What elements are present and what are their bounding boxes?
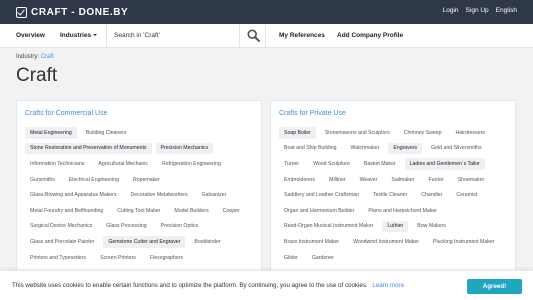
craft-tag[interactable]: Galvanizer — [196, 189, 232, 201]
craft-tag[interactable]: Printers and Typesetters — [25, 251, 92, 264]
craft-tag[interactable]: Cutting Tool Maker — [112, 204, 166, 217]
craft-tag[interactable]: Piano and Harpsichord Maker — [363, 204, 442, 217]
craft-tag[interactable]: Precision Optics — [155, 220, 204, 233]
craft-tag[interactable]: Textile Cleaner — [367, 189, 413, 201]
craft-tag[interactable]: Sailmaker — [386, 173, 420, 186]
craft-tag[interactable]: Saddlery and Leather Craftsman — [279, 189, 364, 201]
signup-link[interactable]: Sign Up — [466, 7, 489, 14]
site-logo[interactable]: CRAFT - DONE.BY — [16, 5, 128, 19]
cookie-banner: This website uses cookies to enable cert… — [0, 270, 533, 300]
craft-tag[interactable]: Gunsmiths — [25, 173, 60, 186]
main-nav: Overview Industries My References Add Co… — [0, 24, 533, 48]
accept-cookies-button[interactable]: Agreed! — [467, 279, 522, 294]
craft-tag[interactable]: Furrier — [423, 173, 449, 186]
craft-tag[interactable]: Glass-Blowing and Apparatus Makers — [25, 189, 122, 201]
craft-tag[interactable]: Engravers — [388, 142, 423, 155]
commercial-crafts-title[interactable]: Crafts for Commercial Use — [25, 110, 107, 117]
craft-tag[interactable]: Ladies and Gentlemen´s Tailor — [404, 158, 485, 170]
nav-industries[interactable]: Industries — [60, 32, 98, 39]
craft-tag[interactable]: Metal Engineering — [25, 127, 77, 139]
craft-tag[interactable]: Gemstone Cutter and Engraver — [103, 236, 186, 248]
craft-tag[interactable]: Brass Instrument Maker — [279, 236, 345, 248]
search-icon — [246, 29, 260, 42]
craft-tag[interactable]: Stone Restoration and Preservation of Mo… — [25, 142, 152, 155]
breadcrumb-label: Industry: — [16, 54, 40, 60]
craft-tag[interactable]: Building Cleaners — [80, 127, 132, 139]
nav-overview[interactable]: Overview — [16, 32, 45, 39]
craft-tag[interactable]: Screen Printers — [95, 251, 141, 264]
craft-tag[interactable]: Gilder — [279, 251, 303, 264]
craft-tag[interactable]: Precision Mechanics — [155, 142, 214, 155]
craft-tag[interactable]: Turner — [279, 158, 305, 170]
craft-tag[interactable]: Woodwind Instrument Maker — [348, 236, 424, 248]
craft-tag[interactable]: Flexographers — [144, 251, 189, 264]
craft-tag[interactable]: Gardener — [306, 251, 339, 264]
logo-text: CRAFT - DONE.BY — [31, 6, 129, 18]
craft-tag[interactable]: Weaver — [354, 173, 383, 186]
check-box-logo-icon — [16, 6, 27, 18]
craft-tag[interactable]: Ropemaker — [127, 173, 165, 186]
craft-tag[interactable]: Glass Processing — [101, 220, 152, 233]
craft-tag[interactable]: Luthier — [382, 220, 409, 233]
craft-tag[interactable]: Reed-Organ Musical Instrument Maker — [279, 220, 379, 233]
caret-down-icon — [93, 34, 98, 37]
craft-tag[interactable]: Hairdressers — [450, 127, 490, 139]
breadcrumb-link[interactable]: Craft — [41, 54, 54, 60]
craft-tag[interactable]: Model Builders — [169, 204, 214, 217]
cookie-text: This website uses cookies to enable cert… — [12, 282, 368, 289]
craft-tag[interactable]: Bow Makers — [412, 220, 451, 233]
craft-tag[interactable]: Gold and Silversmiths — [426, 142, 487, 155]
search-button[interactable] — [239, 24, 266, 47]
craft-tag[interactable]: Ceramist — [451, 189, 483, 201]
private-crafts-title[interactable]: Crafts for Private Use — [279, 110, 346, 117]
craft-tag[interactable]: Wood Sculpture — [308, 158, 355, 170]
learn-more-link[interactable]: Learn more — [372, 282, 404, 289]
craft-tag[interactable]: Basket Maker — [358, 158, 401, 170]
nav-industries-label: Industries — [60, 32, 92, 39]
craft-tag[interactable]: Milliner — [324, 173, 351, 186]
commercial-tag-list: Metal Engineering Building Cleaners Stone … — [25, 127, 255, 264]
craft-tag[interactable]: Cooper — [217, 204, 245, 217]
search-input[interactable] — [108, 24, 238, 47]
craft-tag[interactable]: Refrigeration Engineering — [157, 158, 226, 170]
craft-tag[interactable]: Chandler — [416, 189, 448, 201]
craft-tag[interactable]: Electrical Engineering — [63, 173, 124, 186]
search-box — [106, 24, 266, 48]
craft-tag[interactable]: Shoemaker — [452, 173, 490, 186]
craft-tag[interactable]: Glass and Porcelain Painter — [25, 236, 100, 248]
cookie-message: This website uses cookies to enable cert… — [12, 282, 404, 289]
craft-tag[interactable]: Stonemasons and Sculptors — [319, 127, 395, 139]
craft-tag[interactable]: Agricultural Mechanic — [93, 158, 153, 170]
language-link[interactable]: English — [496, 7, 517, 14]
craft-tag[interactable]: Surgical Device Mechanics — [25, 220, 98, 233]
craft-tag[interactable]: Chimney Sweep — [398, 127, 447, 139]
top-links: Login Sign Up English — [443, 7, 517, 14]
private-tag-list: Soap Boiler Stonemasons and Sculptors Chim… — [279, 127, 509, 264]
craft-tag[interactable]: Embroiderers — [279, 173, 321, 186]
nav-my-references[interactable]: My References — [279, 32, 325, 39]
login-link[interactable]: Login — [443, 7, 459, 14]
craft-tag[interactable]: Bookbinder — [189, 236, 226, 248]
craft-tag[interactable]: Plucking Instrument Maker — [428, 236, 500, 248]
nav-add-company-profile[interactable]: Add Company Profile — [337, 32, 403, 39]
craft-tag[interactable]: Boat and Ship Building — [279, 142, 342, 155]
craft-tag[interactable]: Soap Boiler — [279, 127, 316, 139]
breadcrumb: Industry: Craft — [16, 54, 54, 60]
top-bar: CRAFT - DONE.BY Login Sign Up English — [0, 0, 533, 24]
craft-tag[interactable]: Watchmaker — [345, 142, 385, 155]
craft-tag[interactable]: Decorative Metalworkers — [125, 189, 193, 201]
page-title: Craft — [16, 65, 58, 86]
craft-tag[interactable]: Information Technicians — [25, 158, 90, 170]
craft-tag[interactable]: Organ and Harmonium Builder — [279, 204, 360, 217]
craft-tag[interactable]: Metal Foundry and Bellfounding — [25, 204, 109, 217]
